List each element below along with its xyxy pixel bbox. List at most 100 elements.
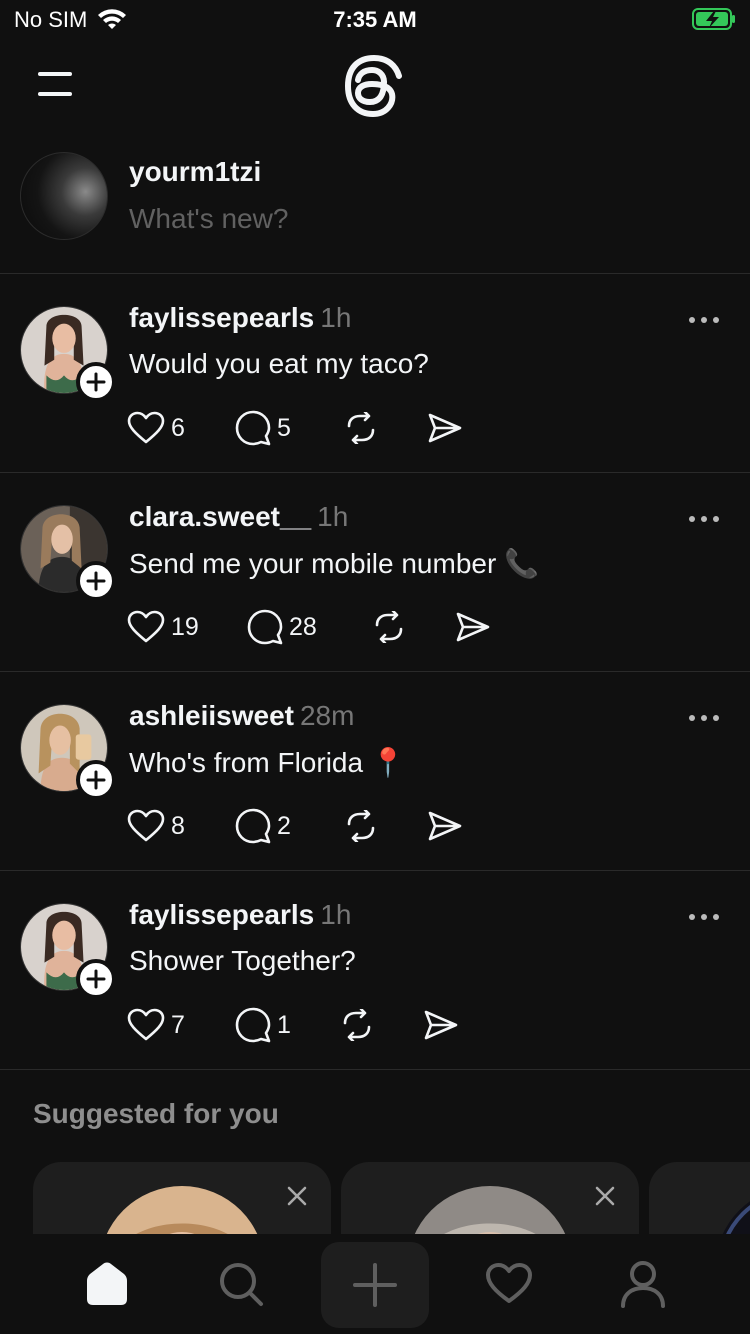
post-author[interactable]: clara.sweet__ — [129, 501, 311, 532]
feed-post[interactable]: faylissepearls 1h Shower Together? 7 1 — [0, 871, 750, 1070]
follow-plus-button[interactable] — [76, 362, 116, 402]
heart-icon — [127, 1008, 165, 1041]
send-icon — [428, 811, 462, 841]
feed-post[interactable]: clara.sweet__ 1h Send me your mobile numb… — [0, 473, 750, 672]
battery-charging-icon — [692, 8, 735, 30]
post-actions: 19 28 — [127, 607, 491, 647]
suggested-heading: Suggested for you — [33, 1098, 279, 1129]
reply-button[interactable]: 1 — [235, 1007, 339, 1043]
post-text: Would you eat my taco? — [129, 348, 429, 379]
repost-icon — [375, 611, 403, 643]
post-author[interactable]: faylissepearls — [129, 899, 314, 930]
repost-button[interactable] — [343, 810, 427, 842]
more-options-icon[interactable] — [688, 314, 720, 326]
share-button[interactable] — [427, 412, 463, 444]
status-time: 7:35 AM — [333, 7, 417, 32]
feed-post[interactable]: faylissepearls 1h Would you eat my taco? … — [0, 274, 750, 473]
like-button[interactable]: 8 — [127, 809, 235, 843]
post-time: 1h — [320, 899, 352, 930]
plus-icon — [86, 770, 106, 790]
comment-icon — [235, 808, 271, 844]
plus-icon — [86, 969, 106, 989]
post-avatar[interactable] — [20, 306, 116, 402]
heart-icon — [486, 1263, 532, 1303]
like-count: 19 — [171, 612, 199, 641]
post-actions: 6 5 — [127, 408, 463, 448]
self-avatar[interactable] — [20, 152, 108, 240]
repost-icon — [347, 412, 375, 444]
post-time: 1h — [320, 302, 352, 333]
comment-icon — [235, 410, 271, 446]
heart-icon — [127, 411, 165, 444]
heart-icon — [127, 809, 165, 842]
heart-icon — [127, 610, 165, 643]
share-button[interactable] — [423, 1009, 459, 1041]
follow-plus-button[interactable] — [76, 760, 116, 800]
composer-placeholder[interactable]: What's new? — [129, 203, 288, 235]
post-header: clara.sweet__ 1h — [129, 501, 348, 533]
post-avatar[interactable] — [20, 704, 116, 800]
status-bar: No SIM 7:35 AM — [0, 0, 750, 40]
follow-plus-button[interactable] — [76, 959, 116, 999]
more-options-icon[interactable] — [688, 911, 720, 923]
reply-count: 28 — [289, 612, 317, 641]
share-button[interactable] — [427, 810, 463, 842]
search-icon — [220, 1263, 263, 1306]
post-text: Shower Together? — [129, 945, 356, 976]
plus-icon — [86, 372, 106, 392]
menu-icon[interactable] — [36, 70, 76, 100]
repost-button[interactable] — [343, 412, 427, 444]
post-avatar[interactable] — [20, 903, 116, 999]
post-actions: 7 1 — [127, 1005, 459, 1045]
dismiss-suggestion-icon[interactable] — [285, 1184, 309, 1208]
reply-button[interactable]: 5 — [235, 410, 343, 446]
tab-create[interactable] — [321, 1242, 429, 1328]
like-count: 6 — [171, 413, 185, 442]
post-actions: 8 2 — [127, 806, 463, 846]
comment-icon — [235, 1007, 271, 1043]
like-count: 7 — [171, 1010, 185, 1039]
send-icon — [424, 1010, 458, 1040]
feed-post[interactable]: ashleiisweet 28m Who's from Florida 📍 8 2 — [0, 672, 750, 871]
post-avatar[interactable] — [20, 505, 116, 601]
composer-username: yourm1tzi — [129, 156, 262, 187]
like-count: 8 — [171, 811, 185, 840]
repost-button[interactable] — [371, 611, 455, 643]
like-button[interactable]: 7 — [127, 1008, 235, 1042]
post-time: 1h — [317, 501, 349, 532]
bottom-tab-bar — [0, 1234, 750, 1334]
repost-button[interactable] — [339, 1009, 423, 1041]
post-header: ashleiisweet 28m — [129, 700, 354, 732]
post-text: Send me your mobile number 📞 — [129, 548, 539, 579]
new-thread-composer[interactable]: yourm1tzi What's new? — [0, 140, 750, 274]
reply-count: 1 — [277, 1010, 291, 1039]
plus-icon — [353, 1263, 397, 1307]
more-options-icon[interactable] — [688, 513, 720, 525]
like-button[interactable]: 6 — [127, 411, 235, 445]
reply-button[interactable]: 2 — [235, 808, 343, 844]
send-icon — [456, 612, 490, 642]
more-options-icon[interactable] — [688, 712, 720, 724]
tab-home[interactable] — [67, 1244, 147, 1324]
post-author[interactable]: ashleiisweet — [129, 700, 294, 731]
like-button[interactable]: 19 — [127, 610, 247, 644]
reply-count: 5 — [277, 413, 291, 442]
dismiss-suggestion-icon[interactable] — [593, 1184, 617, 1208]
post-author[interactable]: faylissepearls — [129, 302, 314, 333]
profile-icon — [621, 1261, 665, 1308]
reply-count: 2 — [277, 811, 291, 840]
repost-icon — [343, 1009, 371, 1041]
comment-icon — [247, 609, 283, 645]
share-button[interactable] — [455, 611, 491, 643]
threads-feed-screen: No SIM 7:35 AM yourm1tzi What's new? fay… — [0, 0, 750, 1334]
tab-profile[interactable] — [603, 1244, 683, 1324]
post-header: faylissepearls 1h — [129, 899, 351, 931]
plus-icon — [86, 571, 106, 591]
threads-logo-icon[interactable] — [340, 52, 408, 120]
reply-button[interactable]: 28 — [247, 609, 371, 645]
post-text: Who's from Florida 📍 — [129, 747, 406, 778]
tab-search[interactable] — [201, 1244, 281, 1324]
tab-activity[interactable] — [469, 1244, 549, 1324]
follow-plus-button[interactable] — [76, 561, 116, 601]
post-header: faylissepearls 1h — [129, 302, 351, 334]
